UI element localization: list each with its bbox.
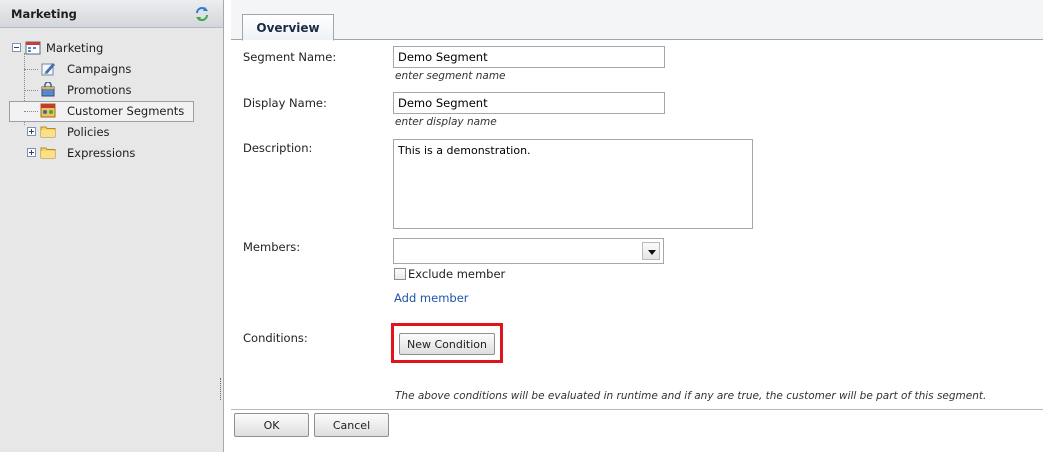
members-label: Members: xyxy=(243,240,301,254)
conditions-note: The above conditions will be evaluated i… xyxy=(395,390,987,402)
conditions-label: Conditions: xyxy=(243,331,308,345)
new-condition-button[interactable]: New Condition xyxy=(399,333,495,355)
tree-item-label: Expressions xyxy=(67,146,136,160)
main-panel: Overview Segment Name: enter segment nam… xyxy=(231,0,1043,452)
tab-bar: Overview xyxy=(231,0,1043,41)
sidebar: Marketing Marketing Campaigns Promotions… xyxy=(0,0,224,452)
description-label: Description: xyxy=(243,141,313,155)
description-textarea[interactable]: This is a demonstration. xyxy=(393,139,753,229)
segment-name-label: Segment Name: xyxy=(243,50,337,64)
tree-item-customer-segments[interactable]: Customer Segments xyxy=(9,101,194,122)
sidebar-title: Marketing xyxy=(11,7,77,21)
collapse-icon[interactable] xyxy=(12,43,21,52)
tree-item-label: Policies xyxy=(67,125,110,139)
tree-item-marketing[interactable]: Marketing xyxy=(0,38,224,59)
segment-name-hint: enter segment name xyxy=(395,70,506,82)
tree-item-campaigns[interactable]: Campaigns xyxy=(0,59,224,80)
tree-item-label: Customer Segments xyxy=(67,104,185,118)
display-name-hint: enter display name xyxy=(395,116,497,128)
sidebar-header: Marketing xyxy=(0,0,223,28)
members-select[interactable] xyxy=(393,238,664,264)
display-name-input[interactable] xyxy=(393,92,665,114)
footer-divider xyxy=(231,409,1043,410)
customer-segments-icon xyxy=(40,103,56,118)
folder-icon xyxy=(40,126,56,138)
calendar-icon xyxy=(25,41,41,55)
tree-item-promotions[interactable]: Promotions xyxy=(0,80,224,101)
tree-item-expressions[interactable]: Expressions xyxy=(0,143,224,164)
tree-item-label: Promotions xyxy=(67,83,132,97)
refresh-icon[interactable] xyxy=(193,5,211,23)
tree-item-policies[interactable]: Policies xyxy=(0,122,224,143)
tree-item-label: Marketing xyxy=(46,41,104,55)
expand-icon[interactable] xyxy=(27,127,36,136)
folder-icon xyxy=(40,147,56,159)
chevron-down-icon[interactable] xyxy=(642,242,660,260)
ok-button[interactable]: OK xyxy=(234,413,309,437)
exclude-member-checkbox[interactable] xyxy=(394,268,406,280)
segment-name-input[interactable] xyxy=(393,46,665,68)
shopping-bag-icon xyxy=(41,82,55,97)
cancel-button[interactable]: Cancel xyxy=(314,413,389,437)
navigation-tree: Marketing Campaigns Promotions Customer … xyxy=(0,38,224,164)
add-member-link[interactable]: Add member xyxy=(394,291,469,305)
exclude-member-label[interactable]: Exclude member xyxy=(408,267,505,281)
expand-icon[interactable] xyxy=(27,148,36,157)
splitter-grip[interactable] xyxy=(220,378,223,400)
tab-overview[interactable]: Overview xyxy=(242,14,334,41)
tree-item-label: Campaigns xyxy=(67,62,132,76)
display-name-label: Display Name: xyxy=(243,96,327,110)
pen-document-icon xyxy=(41,63,55,76)
